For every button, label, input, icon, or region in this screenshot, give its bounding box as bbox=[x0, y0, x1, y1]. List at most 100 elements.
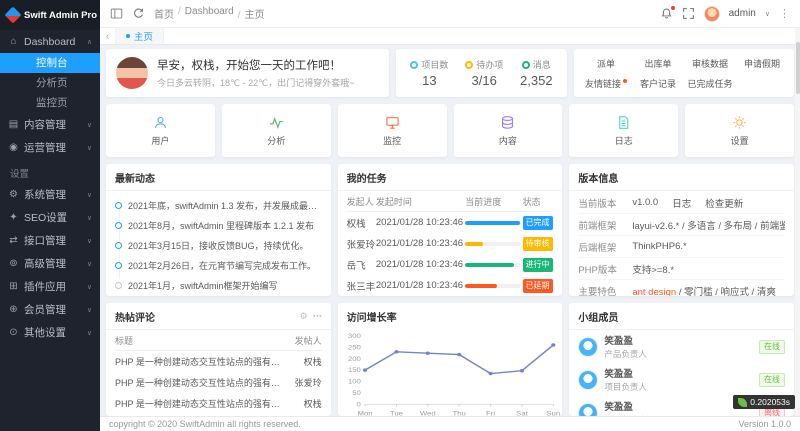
refresh-icon[interactable] bbox=[132, 7, 145, 20]
shortcut-content[interactable]: 内容 bbox=[454, 104, 563, 157]
version-row: 前端框架 layui-v2.6.* / 多语言 / 多布局 / 前端鉴权 bbox=[578, 214, 785, 236]
quick-link[interactable]: 出库单 bbox=[632, 57, 684, 70]
user-icon: ⊕ bbox=[8, 304, 19, 315]
quick-link[interactable]: 客户记录 bbox=[632, 77, 684, 90]
scrollbar-thumb[interactable] bbox=[796, 42, 800, 94]
sidebar-item-system[interactable]: ⚙ 系统管理 ∨ bbox=[0, 183, 100, 206]
table-row[interactable]: PHP 是一种创建动态交互性站点的强有力的服务器端脚本语言权栈 bbox=[115, 393, 322, 414]
timeline-dot-icon bbox=[115, 282, 122, 289]
fullscreen-icon[interactable] bbox=[682, 7, 695, 20]
column-header: 标题 bbox=[115, 330, 288, 351]
table-row[interactable]: 张三丰2021/01/28 10:23:46 已延期 bbox=[347, 275, 554, 296]
pulse-icon bbox=[269, 115, 284, 130]
breadcrumb-dashboard[interactable]: Dashboard bbox=[178, 6, 234, 21]
username[interactable]: admin bbox=[729, 8, 756, 19]
shortcut-monitor[interactable]: 监控 bbox=[338, 104, 447, 157]
quick-link[interactable]: 审核数据 bbox=[684, 57, 736, 70]
tasks-card-title: 我的任务 bbox=[338, 164, 563, 191]
svg-text:300: 300 bbox=[348, 333, 361, 340]
quick-link[interactable]: 已完成任务 bbox=[684, 77, 736, 90]
sidebar-item-members[interactable]: ⊕ 会员管理 ∨ bbox=[0, 298, 100, 321]
version-row: PHP版本 支持>=8.* bbox=[578, 258, 785, 280]
column-header: 发帖人 bbox=[288, 330, 322, 351]
shortcut-label: 内容 bbox=[499, 134, 517, 147]
sidebar-item-label: 会员管理 bbox=[24, 302, 66, 317]
quick-link[interactable]: 申请假期 bbox=[736, 57, 788, 70]
growth-chart-card: 访问增长率 050100150200250300MonTueWedThuFriS… bbox=[338, 303, 563, 416]
news-card-title: 最新动态 bbox=[106, 164, 331, 191]
shortcut-settings[interactable]: 设置 bbox=[685, 104, 794, 157]
check-update-link[interactable]: 检查更新 bbox=[705, 196, 743, 210]
sidebar-item-content-mgmt[interactable]: ▤ 内容管理 ∨ bbox=[0, 113, 100, 136]
sidebar-subitem-analysis[interactable]: 分析页 bbox=[0, 73, 100, 93]
breadcrumb-current: 主页 bbox=[238, 6, 265, 21]
shortcut-analysis[interactable]: 分析 bbox=[222, 104, 331, 157]
sidebar-subitem-monitor[interactable]: 监控页 bbox=[0, 93, 100, 113]
chevron-down-icon: ∨ bbox=[87, 329, 92, 337]
comments-table: 标题 发帖人 PHP 是一种创建动态交互性站点的强有力的服务器端脚本语言权栈 P… bbox=[115, 330, 322, 416]
changelog-link[interactable]: 日志 bbox=[672, 196, 691, 210]
sidebar-item-api[interactable]: ⇄ 接口管理 ∨ bbox=[0, 229, 100, 252]
sidebar-item-dashboard[interactable]: ⌂ Dashboard ∧ bbox=[0, 30, 100, 53]
sidebar-subitem-console[interactable]: 控制台 bbox=[0, 53, 100, 73]
messages-ring-icon bbox=[522, 61, 530, 69]
logo[interactable]: Swift Admin Pro bbox=[0, 0, 100, 30]
shortcut-label: 设置 bbox=[731, 134, 749, 147]
welcome-card: 早安，权栈，开始您一天的工作吧！ 今日多云转阴，18℃ - 22℃，出门记得穿外… bbox=[106, 49, 389, 97]
svg-text:100: 100 bbox=[348, 378, 361, 385]
news-item[interactable]: 2021年3月15日，接收反馈BUG，持续优化。 bbox=[115, 235, 322, 255]
table-row[interactable]: PHP 是一种创建动态交互性站点的强有力的服务器端脚本语言张爱玲 bbox=[115, 372, 322, 393]
news-item[interactable]: 2021年1月，swiftAdmin框架开始编写 bbox=[115, 275, 322, 295]
news-item[interactable]: 2021年2月26日，在元宵节编写完成发布工作。 bbox=[115, 255, 322, 275]
online-status-badge: 在线 bbox=[759, 373, 785, 387]
shortcut-users[interactable]: 用户 bbox=[106, 104, 215, 157]
sidebar-item-label: 运营管理 bbox=[24, 140, 66, 155]
progress-bar bbox=[465, 221, 521, 225]
list-item[interactable]: 笑盈盈项目负责人 在线 bbox=[569, 363, 794, 396]
collapse-sidebar-icon[interactable] bbox=[110, 7, 123, 20]
profile-avatar[interactable] bbox=[116, 57, 148, 89]
tasks-card: 我的任务 发起人 发起时间 当前进度 状态 权栈2021/01/ bbox=[338, 164, 563, 296]
list-item[interactable]: 笑盈盈产品负责人 在线 bbox=[569, 330, 794, 363]
breadcrumb-home[interactable]: 首页 bbox=[154, 6, 174, 21]
sidebar-item-plugins[interactable]: ⊞ 插件应用 ∨ bbox=[0, 275, 100, 298]
chevron-down-icon: ∨ bbox=[87, 260, 92, 268]
more-icon[interactable]: ⋯ bbox=[313, 311, 322, 322]
sidebar-item-seo[interactable]: ✦ SEO设置 ∨ bbox=[0, 206, 100, 229]
notifications-button[interactable] bbox=[660, 7, 673, 20]
online-status-badge: 在线 bbox=[759, 340, 785, 354]
progress-bar bbox=[465, 263, 521, 267]
sidebar: Swift Admin Pro ⌂ Dashboard ∧ 控制台 分析页 监控… bbox=[0, 0, 100, 431]
sidebar-item-advanced[interactable]: ⊚ 高级管理 ∨ bbox=[0, 252, 100, 275]
sidebar-item-operations[interactable]: ◉ 运营管理 ∨ bbox=[0, 136, 100, 159]
table-row[interactable]: 张爱玲2021/01/28 10:23:46 待审核 bbox=[347, 233, 554, 254]
shortcut-logs[interactable]: 日志 bbox=[569, 104, 678, 157]
svg-text:50: 50 bbox=[352, 390, 361, 397]
chevron-up-icon: ∧ bbox=[87, 38, 92, 46]
gear-icon[interactable]: ⚙ bbox=[300, 311, 308, 322]
table-row[interactable]: 岳飞2021/01/28 10:23:46 进行中 bbox=[347, 254, 554, 275]
tab-home[interactable]: 主页 bbox=[116, 28, 164, 44]
more-options-icon[interactable]: ⋮ bbox=[779, 7, 790, 20]
team-card-title: 小组成员 bbox=[569, 303, 794, 330]
user-avatar[interactable] bbox=[704, 6, 720, 22]
svg-text:250: 250 bbox=[348, 344, 361, 351]
scrollbar[interactable] bbox=[795, 28, 800, 431]
table-row[interactable]: 权栈2021/01/28 10:23:46 已完成 bbox=[347, 212, 554, 234]
leaf-icon bbox=[738, 398, 747, 407]
document-icon bbox=[616, 115, 631, 130]
table-row[interactable]: PHP 是一种创建动态交互性站点的强有力的服务器端脚本语言权栈 bbox=[115, 351, 322, 373]
quick-link[interactable]: 派单 bbox=[580, 57, 632, 70]
news-item[interactable]: 2021年8月，swiftAdmin 里程碑版本 1.2.1 发布 bbox=[115, 215, 322, 235]
sidebar-item-other[interactable]: ⊙ 其他设置 ∨ bbox=[0, 321, 100, 344]
topbar: 首页 Dashboard 主页 admin ∨ ⋮ bbox=[100, 0, 800, 28]
operations-icon: ◉ bbox=[8, 142, 19, 153]
tab-scroll-left-icon[interactable]: ‹ bbox=[100, 28, 116, 44]
news-item[interactable]: 2021年底，swiftAdmin 1.3 发布，并发展成最受欢迎的极速开发框架… bbox=[115, 195, 322, 215]
quick-link-friend-links[interactable]: 友情链接 bbox=[580, 77, 632, 90]
version-row: 当前版本 v1.0.0 日志 检查更新 bbox=[578, 192, 785, 214]
logo-icon bbox=[5, 7, 22, 24]
svg-text:0: 0 bbox=[356, 401, 360, 408]
sidebar-item-label: 其他设置 bbox=[24, 325, 66, 340]
execution-time: 0.202053s bbox=[750, 397, 790, 407]
